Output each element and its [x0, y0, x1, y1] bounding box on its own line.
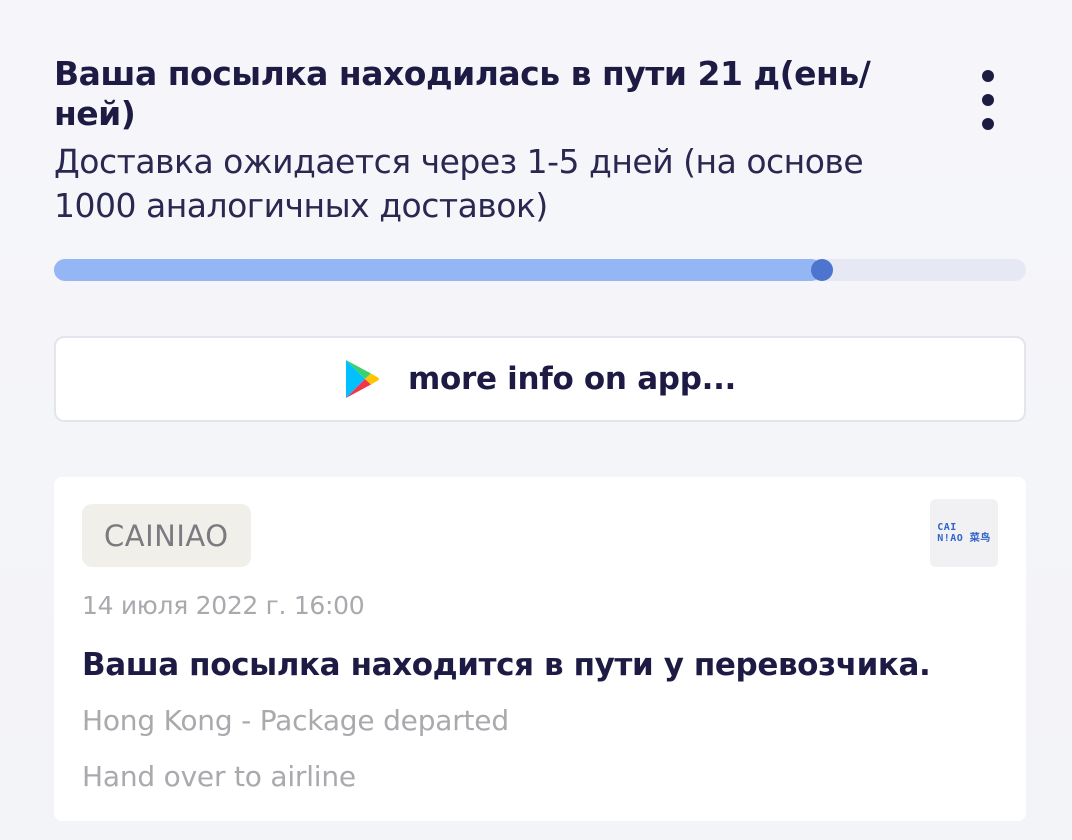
- event-status: Ваша посылка находится в пути у перевозч…: [82, 647, 931, 683]
- more-options-button[interactable]: [976, 70, 1000, 130]
- event-timestamp: 14 июля 2022 г. 16:00: [82, 591, 365, 620]
- more-info-app-button[interactable]: more info on app...: [54, 336, 1026, 422]
- transit-time-title: Ваша посылка находилась в пути 21 д(ень/…: [54, 54, 871, 133]
- delivery-progress-fill: [54, 259, 822, 281]
- more-vertical-icon-dot: [982, 118, 994, 130]
- delivery-progress-bar: [54, 259, 1026, 281]
- event-detail-note: Hand over to airline: [82, 760, 356, 793]
- event-detail-location: Hong Kong - Package departed: [82, 704, 509, 737]
- cainiao-logo: CAI N!AO 菜鸟: [930, 499, 998, 567]
- delivery-summary: Ваша посылка находилась в пути 21 д(ень/…: [54, 54, 1026, 228]
- more-vertical-icon-dot: [982, 94, 994, 106]
- carrier-badge: CAINIAO: [82, 504, 251, 567]
- more-vertical-icon: [982, 70, 994, 82]
- tracking-page: Ваша посылка находилась в пути 21 д(ень/…: [0, 0, 1072, 840]
- tracking-event-card: CAINIAO CAI N!AO 菜鸟 14 июля 2022 г. 16:0…: [54, 477, 1026, 821]
- delivery-estimate: Доставка ожидается через 1-5 дней (на ос…: [54, 142, 864, 225]
- google-play-icon: [345, 360, 379, 398]
- delivery-progress-knob: [810, 259, 833, 281]
- cainiao-logo-text: CAI N!AO 菜鸟: [937, 522, 991, 544]
- more-info-app-label: more info on app...: [407, 361, 737, 397]
